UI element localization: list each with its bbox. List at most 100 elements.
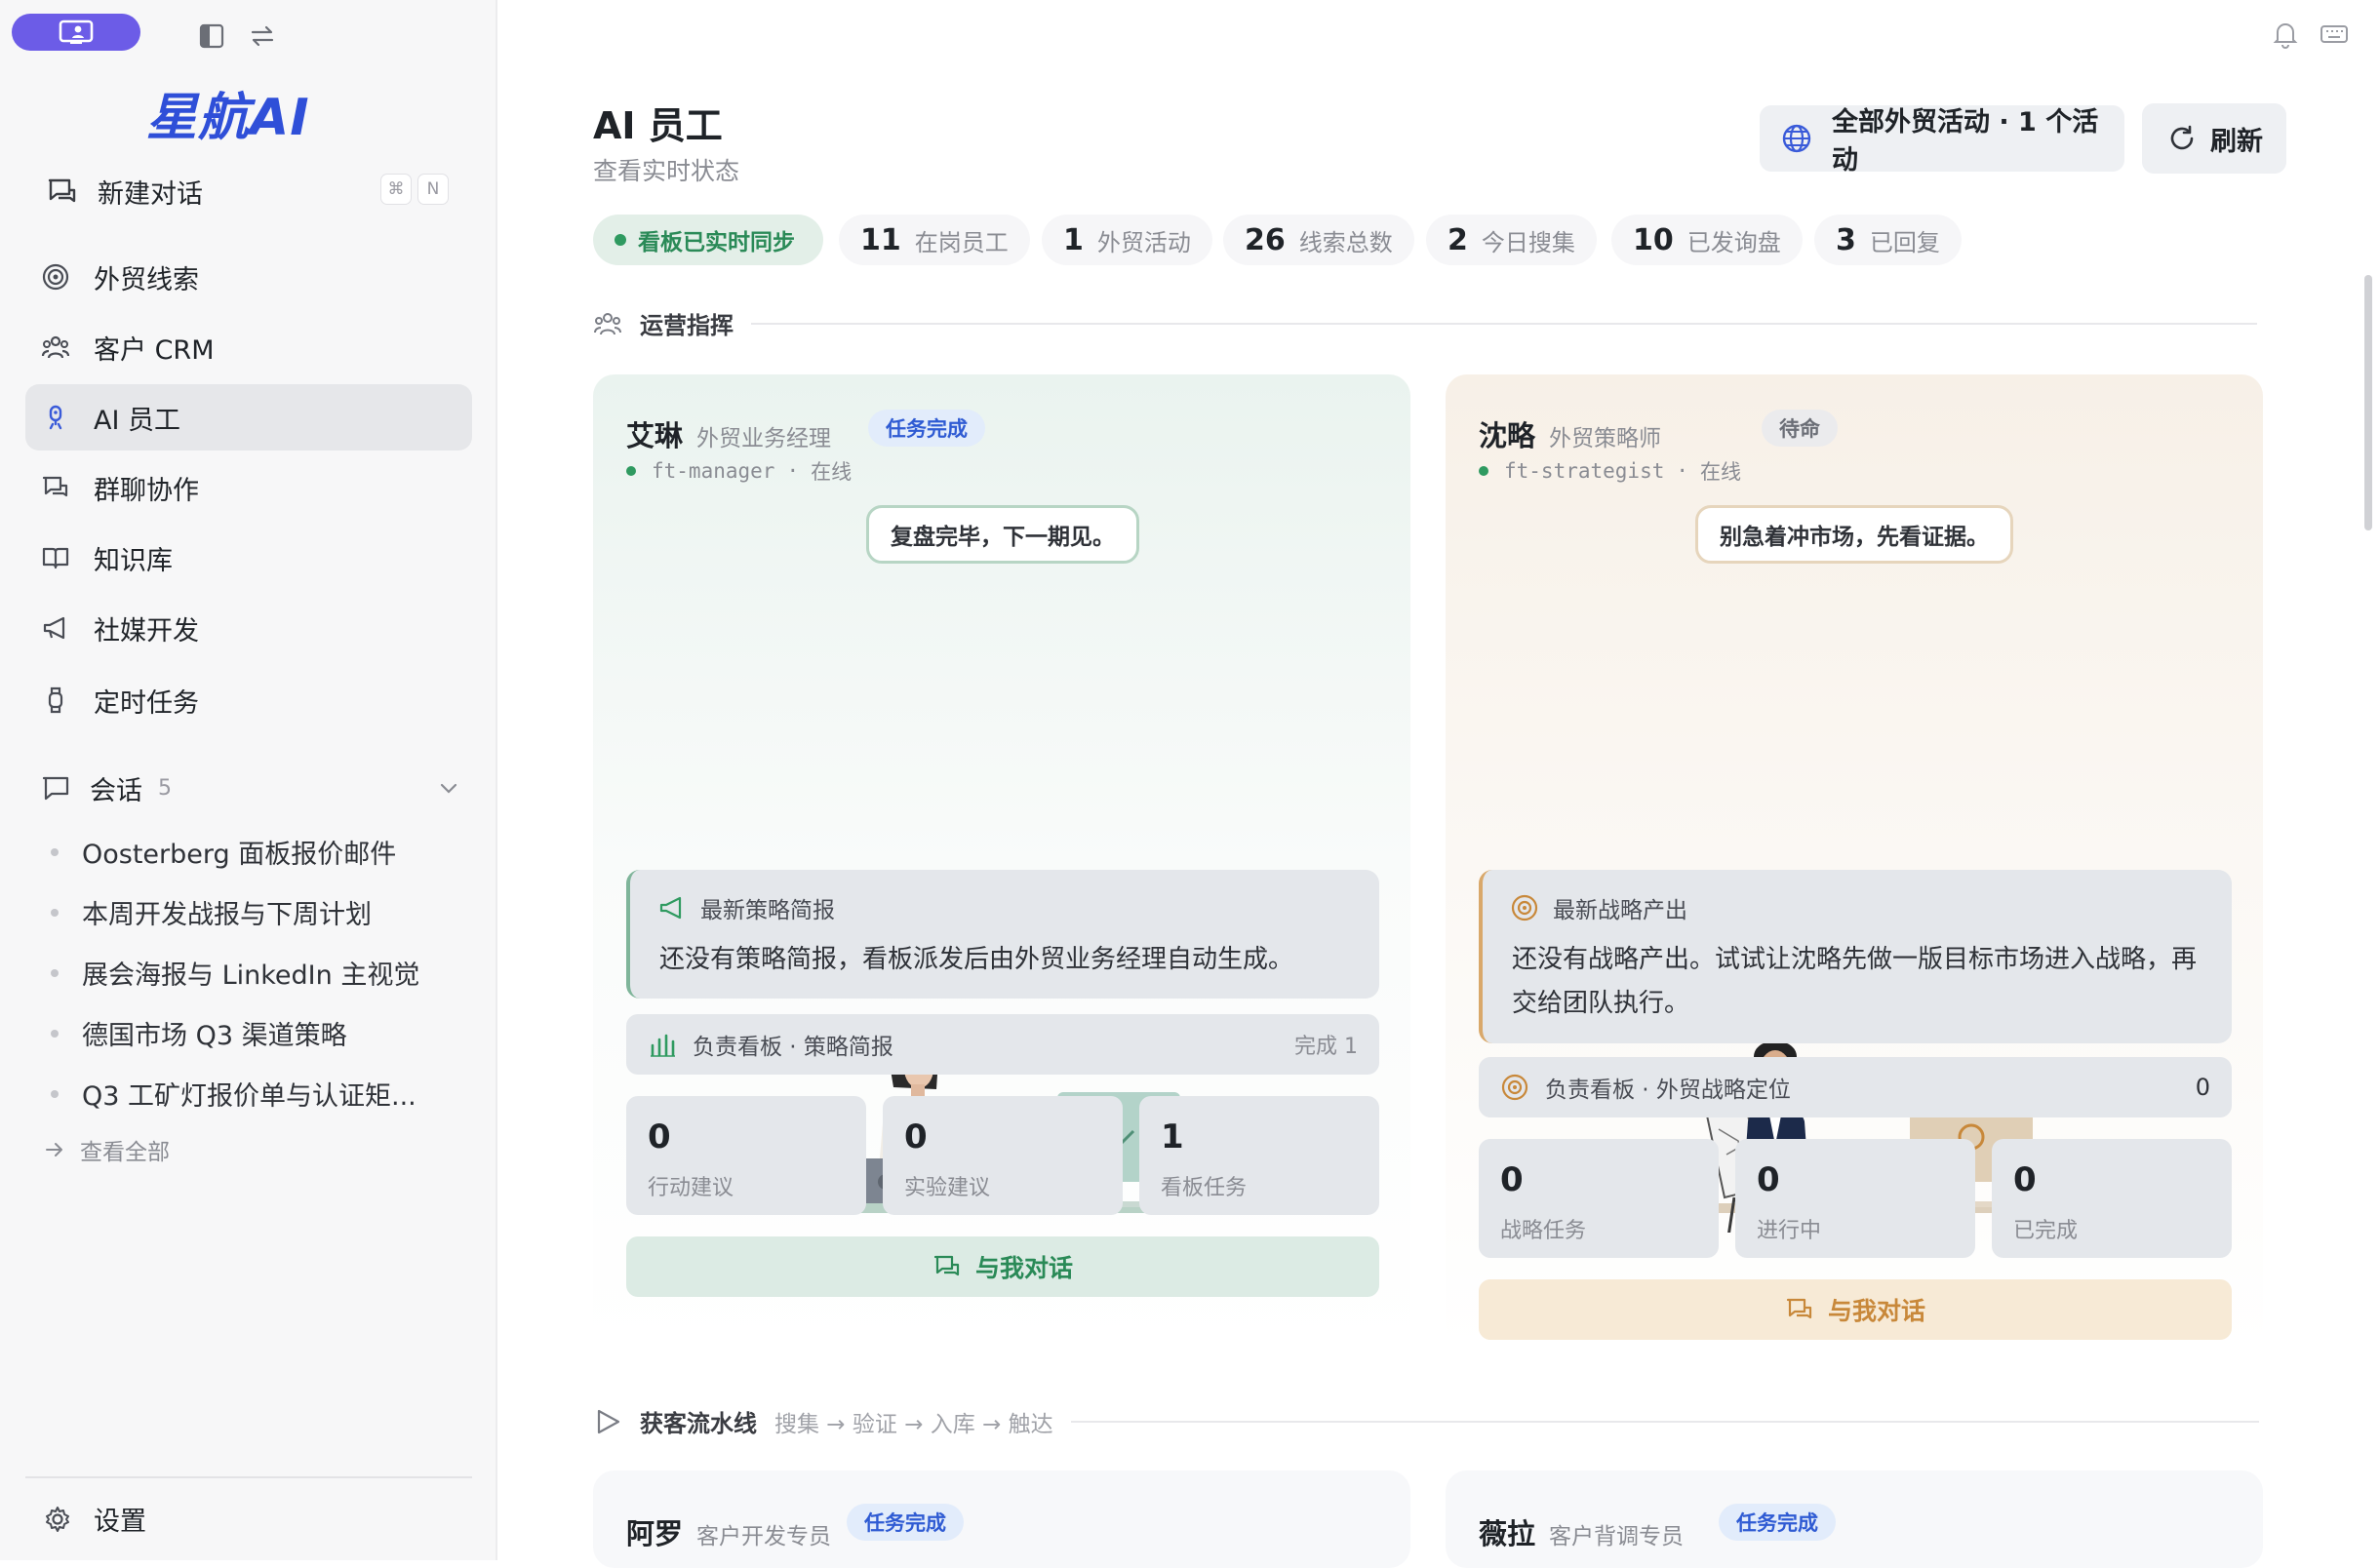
target-icon	[1501, 1074, 1528, 1101]
sidebar-toggle-icon[interactable]	[197, 21, 226, 51]
session-title: Oosterberg 面板报价邮件	[82, 840, 397, 870]
chat-bubbles-icon	[933, 1255, 960, 1276]
sidebar-item-label: 客户 CRM	[94, 334, 215, 366]
target-icon	[42, 263, 69, 291]
agent-name: 阿罗	[626, 1517, 684, 1550]
session-item[interactable]: 展会海报与 LinkedIn 主视觉	[51, 954, 419, 992]
sync-status-badge: 看板已实时同步	[593, 215, 823, 265]
sidebar-item-label: 外贸线索	[94, 264, 199, 295]
refresh-icon	[2170, 125, 2194, 150]
sync-dot	[615, 234, 626, 246]
board-label: 负责看板 · 策略简报	[693, 1035, 893, 1060]
sidebar-item-social[interactable]: 社媒开发	[25, 595, 472, 661]
new-chat-label: 新建对话	[98, 178, 203, 210]
sessions-header[interactable]: 会话 5	[41, 766, 460, 809]
team-icon	[594, 312, 621, 334]
sidebar-item-crm[interactable]: 客户 CRM	[25, 314, 472, 380]
settings-button[interactable]: 设置	[43, 1500, 146, 1538]
chevron-down-icon[interactable]	[437, 776, 460, 800]
page-subtitle: 查看实时状态	[593, 157, 740, 185]
sidebar-item-ai-staff[interactable]: AI 员工	[25, 384, 472, 451]
status-badge: 任务完成	[868, 410, 985, 447]
session-dot	[51, 908, 59, 917]
sidebar-item-label: AI 员工	[94, 405, 181, 436]
strategy-output-panel: 最新战略产出 还没有战略产出。试试让沈略先做一版目标市场进入战略，再交给团队执行…	[1479, 870, 2232, 1043]
panel-body: 还没有战略产出。试试让沈略先做一版目标市场进入战略，再交给团队执行。	[1512, 945, 2198, 1018]
view-all-label: 查看全部	[80, 1140, 170, 1165]
chat-button-label: 与我对话	[974, 1254, 1073, 1282]
view-all-link[interactable]: 查看全部	[43, 1133, 170, 1166]
bell-icon[interactable]	[2269, 18, 2302, 51]
agent-id: ft-manager	[652, 459, 775, 483]
sidebar-divider	[25, 1476, 472, 1478]
page-title: AI 员工	[593, 104, 723, 147]
chat-with-me-button[interactable]: 与我对话	[1479, 1279, 2232, 1340]
stat-pill: 3 已回复	[1814, 215, 1962, 265]
metric-value: 0	[2013, 1160, 2037, 1199]
agent-name: 艾琳	[626, 419, 684, 452]
session-item[interactable]: 德国市场 Q3 渠道策略	[51, 1014, 347, 1052]
sidebar-item-label: 社媒开发	[94, 615, 199, 647]
shortcut-n-key: N	[417, 174, 449, 205]
sidebar: 星航AI 新建对话 ⌘ N 外贸线索 客户 CRM AI 员工 群聊协作 知识库…	[0, 0, 497, 1560]
session-item[interactable]: 本周开发战报与下周计划	[51, 893, 372, 931]
sessions-label: 会话	[90, 775, 142, 806]
watch-icon	[48, 686, 63, 714]
activity-filter-button[interactable]: 全部外贸活动 · 1 个活动	[1760, 105, 2124, 176]
chat-button-label: 与我对话	[1827, 1297, 1925, 1325]
workspace-switch-button[interactable]	[12, 14, 140, 51]
sidebar-item-label: 知识库	[94, 545, 173, 576]
speech-bubble: 复盘完毕，下一期见。	[866, 505, 1139, 564]
metric-tile: 1 看板任务	[1139, 1096, 1379, 1215]
users-icon	[41, 335, 70, 359]
section-title: 获客流水线	[640, 1410, 757, 1437]
agent-role: 外贸业务经理	[696, 426, 831, 451]
session-title: 德国市场 Q3 渠道策略	[82, 1021, 347, 1051]
agent-status: 在线	[1700, 460, 1742, 484]
monitor-user-icon	[59, 20, 94, 44]
chat-with-me-button[interactable]: 与我对话	[626, 1236, 1379, 1297]
stat-pill: 1 外贸活动	[1042, 215, 1212, 265]
session-item[interactable]: Q3 工矿灯报价单与认证矩...	[51, 1075, 416, 1113]
robot-icon	[49, 405, 62, 430]
metric-label: 已完成	[2013, 1219, 2079, 1243]
session-item[interactable]: Oosterberg 面板报价邮件	[51, 833, 396, 871]
bar-chart-icon	[651, 1034, 675, 1057]
board-row[interactable]: 负责看板 · 外贸战略定位 0	[1479, 1057, 2232, 1117]
refresh-label: 刷新	[2210, 126, 2263, 157]
agent-online-status: ft-manager · 在线	[626, 456, 852, 486]
sidebar-item-leads[interactable]: 外贸线索	[25, 244, 472, 310]
chat-icon	[42, 776, 69, 801]
session-dot	[51, 968, 59, 977]
session-dot	[51, 1029, 59, 1038]
agent-name: 沈略	[1479, 419, 1536, 452]
sidebar-item-label: 定时任务	[94, 687, 199, 719]
metric-tile: 0 行动建议	[626, 1096, 866, 1215]
book-icon	[42, 547, 69, 569]
stat-value: 10	[1633, 222, 1674, 257]
sidebar-item-scheduled[interactable]: 定时任务	[25, 667, 472, 733]
stat-pill: 11 在岗员工	[839, 215, 1030, 265]
panel-header: 最新战略产出	[1510, 891, 1687, 924]
agent-role: 外贸策略师	[1549, 426, 1661, 451]
sidebar-item-knowledge[interactable]: 知识库	[25, 525, 472, 591]
settings-label: 设置	[94, 1507, 146, 1537]
scrollbar-thumb[interactable]	[2364, 275, 2372, 530]
pipeline-steps: 搜集 → 验证 → 入库 → 触达	[774, 1411, 1053, 1437]
switch-arrows-icon[interactable]	[248, 21, 277, 51]
megaphone-icon	[659, 896, 682, 920]
metric-tile: 0 战略任务	[1479, 1139, 1719, 1258]
sidebar-item-group-chat[interactable]: 群聊协作	[25, 454, 472, 521]
panel-title: 最新策略简报	[700, 898, 835, 923]
metric-value: 0	[1757, 1160, 1780, 1199]
refresh-button[interactable]: 刷新	[2142, 103, 2286, 174]
sync-label: 看板已实时同步	[638, 230, 795, 255]
agent-id: ft-strategist	[1504, 459, 1665, 483]
board-row[interactable]: 负责看板 · 策略简报 完成 1	[626, 1014, 1379, 1075]
stat-value: 26	[1245, 222, 1286, 257]
sidebar-item-label: 群聊协作	[94, 475, 199, 506]
agent-card-developer: 阿罗 客户开发专员 任务完成	[593, 1470, 1410, 1568]
keyboard-icon[interactable]	[2318, 18, 2351, 51]
agent-online-status: ft-strategist · 在线	[1479, 456, 1741, 486]
session-title: 展会海报与 LinkedIn 主视觉	[82, 960, 420, 991]
